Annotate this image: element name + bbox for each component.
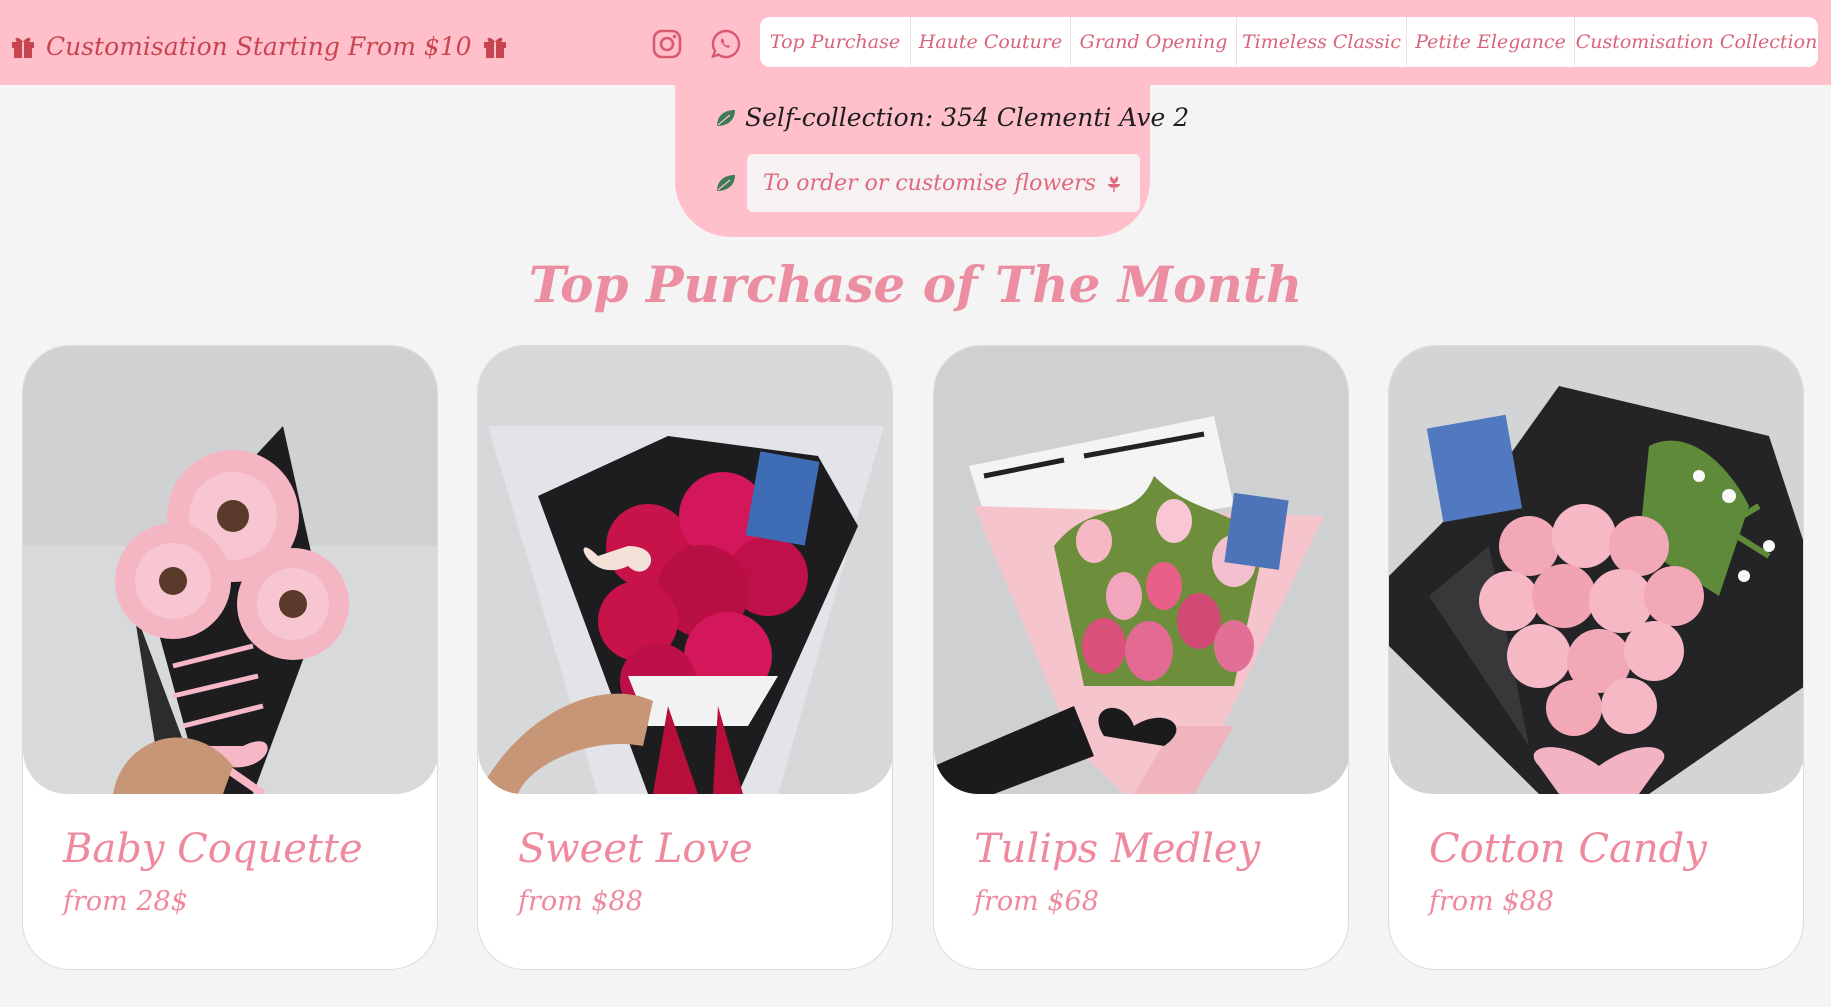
store-info-panel: Self-collection: 354 Clementi Ave 2 To o… <box>675 85 1189 237</box>
product-price: from $88 <box>1429 886 1554 917</box>
gift-icon <box>483 37 506 58</box>
top-bar: Customisation Starting From $10 Top Purc… <box>0 0 1831 85</box>
section-title: Top Purchase of The Month <box>528 255 1303 314</box>
nav-timeless-classic[interactable]: Timeless Classic <box>1237 17 1407 67</box>
main-nav: Top Purchase Haute Couture Grand Opening… <box>760 17 1818 67</box>
product-info: Baby Coquette from 28$ <box>63 826 417 917</box>
order-customise-button[interactable]: To order or customise flowers <box>747 154 1140 212</box>
promo-text: Customisation Starting From $10 <box>46 31 472 61</box>
product-price: from 28$ <box>63 886 188 917</box>
product-card[interactable]: Tulips Medley from $68 <box>933 345 1349 970</box>
product-name: Baby Coquette <box>63 826 363 872</box>
product-name: Tulips Medley <box>974 826 1261 872</box>
product-card[interactable]: Sweet Love from $88 <box>477 345 893 970</box>
product-name: Sweet Love <box>518 826 753 872</box>
nav-petite-elegance[interactable]: Petite Elegance <box>1407 17 1575 67</box>
product-price: from $68 <box>974 886 1099 917</box>
product-name: Cotton Candy <box>1429 826 1707 872</box>
gift-icon <box>12 37 34 58</box>
product-photo <box>934 346 1348 794</box>
nav-haute-couture[interactable]: Haute Couture <box>911 17 1071 67</box>
whatsapp-icon <box>711 29 741 59</box>
product-photo <box>478 346 892 794</box>
product-card[interactable]: Baby Coquette from 28$ <box>22 345 438 970</box>
product-info: Sweet Love from $88 <box>518 826 872 917</box>
promo-banner: Customisation Starting From $10 <box>10 26 508 66</box>
self-collection-line: Self-collection: 354 Clementi Ave 2 <box>715 103 1189 132</box>
leaf-icon <box>717 109 735 126</box>
instagram-icon <box>652 29 682 59</box>
product-info: Cotton Candy from $88 <box>1429 826 1783 917</box>
order-line: To order or customise flowers <box>715 154 1140 212</box>
nav-grand-opening[interactable]: Grand Opening <box>1071 17 1237 67</box>
flower-icon <box>1107 176 1120 192</box>
nav-customisation-collection[interactable]: Customisation Collection <box>1575 17 1818 67</box>
instagram-link[interactable] <box>647 24 687 64</box>
order-button-label: To order or customise flowers <box>763 170 1096 196</box>
leaf-icon <box>717 175 735 191</box>
product-info: Tulips Medley from $68 <box>974 826 1328 917</box>
product-card[interactable]: Cotton Candy from $88 <box>1388 345 1804 970</box>
product-price: from $88 <box>518 886 643 917</box>
nav-top-purchase[interactable]: Top Purchase <box>760 17 911 67</box>
product-photo <box>23 346 437 794</box>
product-photo <box>1389 346 1803 794</box>
self-collection-text: Self-collection: 354 Clementi Ave 2 <box>745 103 1190 132</box>
whatsapp-link[interactable] <box>706 24 746 64</box>
